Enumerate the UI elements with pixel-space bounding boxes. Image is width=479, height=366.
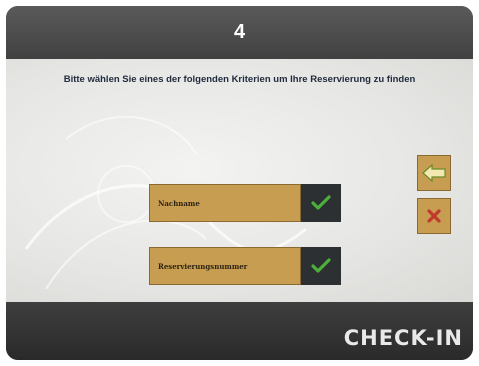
brand-title: CHECK-IN xyxy=(343,326,463,350)
content-area: Bitte wählen Sie eines der folgenden Kri… xyxy=(6,59,473,302)
option-reservierungsnummer-label[interactable]: Reservierungsnummer xyxy=(149,247,301,285)
step-number: 4 xyxy=(233,21,246,43)
checkmark-icon xyxy=(311,195,331,210)
option-reservierungsnummer-confirm[interactable] xyxy=(301,247,341,285)
option-nachname-label[interactable]: Nachname xyxy=(149,184,301,222)
option-nachname-confirm[interactable] xyxy=(301,184,341,222)
option-nachname[interactable]: Nachname xyxy=(149,184,341,222)
checkmark-icon xyxy=(311,258,331,273)
back-button[interactable] xyxy=(417,155,451,191)
footer-bar: CHECK-IN xyxy=(6,302,473,360)
close-x-icon xyxy=(427,209,441,223)
cancel-button[interactable] xyxy=(417,198,451,234)
step-header: 4 xyxy=(6,6,473,59)
instruction-text: Bitte wählen Sie eines der folgenden Kri… xyxy=(63,74,416,85)
arrow-left-icon xyxy=(422,163,446,183)
option-reservierungsnummer[interactable]: Reservierungsnummer xyxy=(149,247,341,285)
kiosk-screen: 4 Bitte wählen Sie eines der folgenden K… xyxy=(6,6,473,360)
